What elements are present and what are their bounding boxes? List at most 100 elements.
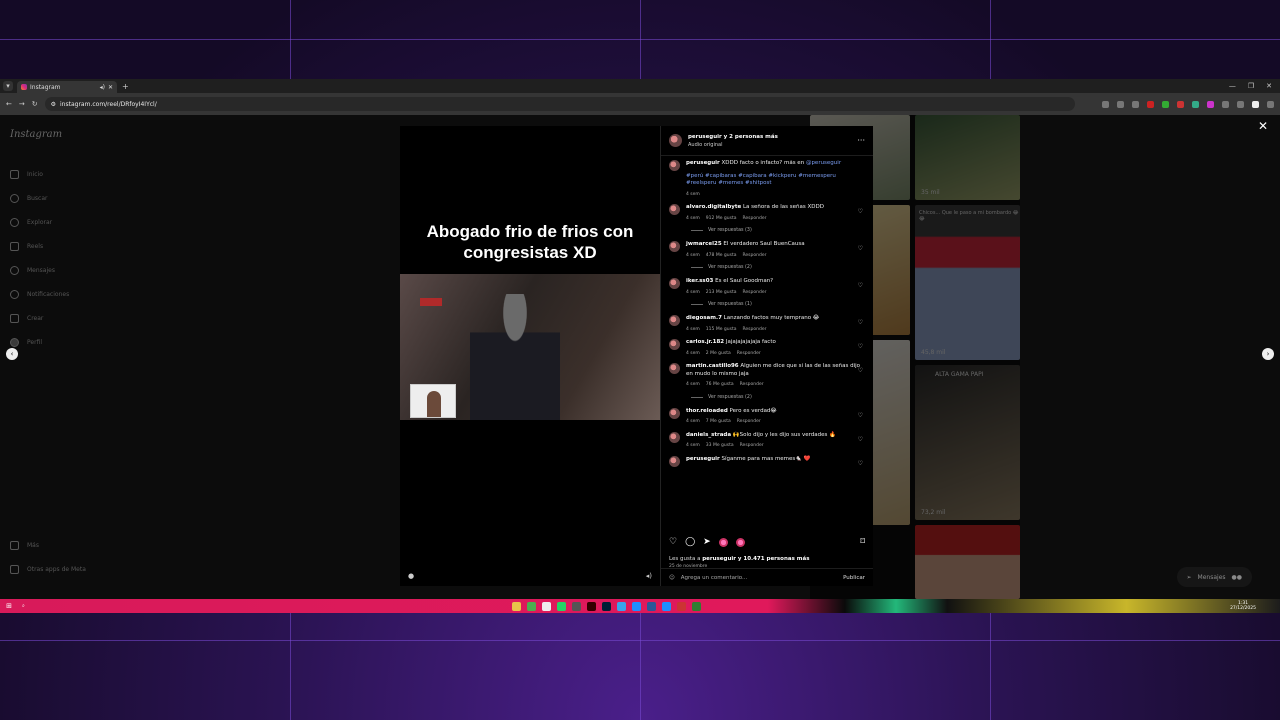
app-icon[interactable] [647,601,656,611]
publish-button[interactable]: Publicar [843,575,865,581]
avatar[interactable] [669,363,680,374]
comment-input[interactable]: Agrega un comentario... [681,575,748,581]
comment-likes[interactable]: 912 Me gusta [706,216,737,221]
tab-instagram[interactable]: Instagram ◂) ✕ [17,81,117,93]
maximize-button[interactable]: ❐ [1248,82,1254,90]
comment-user[interactable]: peruseguir [686,456,720,462]
heart-icon[interactable]: ♡ [858,412,863,419]
messages-button[interactable]: ➢ Mensajes ●● [1176,567,1252,587]
avatar[interactable] [669,204,680,215]
sticker-icon[interactable] [735,537,745,547]
bookmark-icon[interactable]: ⌑ [860,537,865,547]
avatar[interactable] [669,241,680,252]
post-author[interactable]: peruseguir y 2 personas más [688,134,851,140]
taskbar-clock[interactable]: 1:31 27/12/2025 [1230,601,1256,611]
reply-button[interactable]: Responder [740,382,764,387]
heart-icon[interactable]: ♡ [858,319,863,326]
reply-button[interactable]: Responder [742,253,766,258]
app-icon[interactable] [677,601,686,611]
minimize-button[interactable]: — [1229,82,1236,90]
illustrator-icon[interactable] [587,601,596,611]
sidebar-item-meta-apps[interactable]: Otras apps de Meta [10,557,86,581]
likes-users[interactable]: peruseguir y 10.471 personas más [702,556,809,562]
view-replies-link[interactable]: Ver respuestas (1) [691,302,865,307]
extension-icon[interactable] [1192,100,1199,108]
comments-list[interactable]: peruseguir XDDD facto o infacto? más en … [661,160,873,510]
heart-icon[interactable]: ♡ [858,436,863,443]
grid-thumb[interactable]: ALTA GAMA PAPI 73,2 mil [915,365,1020,520]
avatar[interactable] [669,278,680,289]
comment-icon[interactable]: ◯ [685,537,695,547]
reply-button[interactable]: Responder [742,327,766,332]
comment-likes[interactable]: 2 Me gusta [706,351,731,356]
app-icon[interactable] [617,601,626,611]
comment-likes[interactable]: 76 Me gusta [706,382,734,387]
chrome-icon[interactable] [527,601,536,611]
view-replies-link[interactable]: Ver respuestas (2) [691,265,865,270]
browser-menu-icon[interactable] [1267,100,1274,108]
profile-avatar[interactable] [1252,100,1259,108]
avatar[interactable] [669,455,680,467]
sticker-icon[interactable] [718,537,728,547]
extension-icon[interactable] [1237,100,1244,108]
sidebar-item-mas[interactable]: Más [10,533,86,557]
heart-icon[interactable]: ♡ [858,460,863,467]
sidebar-item-explorar[interactable]: Explorar [10,210,110,234]
close-tab-icon[interactable]: ✕ [108,84,113,91]
reply-button[interactable]: Responder [740,443,764,448]
avatar[interactable] [669,160,680,171]
close-window-button[interactable]: ✕ [1266,82,1272,90]
reply-button[interactable]: Responder [737,351,761,356]
whatsapp-icon[interactable] [557,601,566,611]
extension-icon[interactable] [1177,100,1184,108]
comment-user[interactable]: peruseguir [686,160,720,166]
comment-user[interactable]: carlos.jr.182 [686,339,724,345]
close-icon[interactable]: ✕ [1258,119,1268,133]
comment-likes[interactable]: 478 Me gusta [706,253,737,258]
mention-link[interactable]: @peruseguir [806,160,841,166]
sidebar-item-inicio[interactable]: Inicio [10,162,110,186]
like-heart-icon[interactable]: ♡ [669,537,677,547]
reply-button[interactable]: Responder [742,216,766,221]
avatar[interactable] [669,431,680,443]
heart-icon[interactable]: ♡ [858,208,863,215]
reload-button[interactable]: ↻ [32,100,38,108]
reply-button[interactable]: Responder [742,290,766,295]
comment-likes[interactable]: 33 Me gusta [706,443,734,448]
comment-user[interactable]: jwmarcel25 [686,241,722,247]
app-icon[interactable] [542,601,551,611]
heart-icon[interactable]: ♡ [858,282,863,289]
sidebar-item-buscar[interactable]: Buscar [10,186,110,210]
instagram-logo[interactable]: Instagram [10,129,110,140]
chevron-left-icon[interactable]: ‹ [6,348,18,360]
grid-thumb[interactable]: Chicos... Que le paso a mi bombardo 😂😂 45… [915,205,1020,360]
avatar[interactable] [669,134,682,147]
comment-user[interactable]: alvaro.digitalbyte [686,204,741,210]
sidebar-item-mensajes[interactable]: Mensajes [10,258,110,282]
extension-icon[interactable] [1102,100,1109,108]
view-replies-link[interactable]: Ver respuestas (2) [691,395,865,400]
likes-summary[interactable]: Les gusta a peruseguir y 10.471 personas… [669,556,809,562]
site-info-icon[interactable]: ⚙ [51,101,56,108]
grid-thumb[interactable] [915,525,1020,599]
grid-thumb[interactable]: 35 mil [915,115,1020,200]
comment-user[interactable]: thor.reloaded [686,408,728,414]
app-icon[interactable] [662,601,671,611]
comment-likes[interactable]: 7 Me gusta [706,419,731,424]
search-icon[interactable]: ⌕ [22,603,25,609]
share-icon[interactable]: ➤ [703,537,711,547]
windows-start-icon[interactable]: ⊞ [0,602,18,610]
comment-likes[interactable]: 213 Me gusta [706,290,737,295]
emoji-icon[interactable]: ☺ [669,575,675,581]
photoshop-icon[interactable] [602,601,611,611]
view-replies-link[interactable]: Ver respuestas (3) [691,228,865,233]
audio-icon[interactable]: ◂) [100,84,105,91]
user-tag-icon[interactable]: ● [408,572,414,580]
extension-icon[interactable] [1207,100,1214,108]
forward-button[interactable]: → [19,100,25,108]
sidebar-item-reels[interactable]: Reels [10,234,110,258]
new-tab-button[interactable]: + [122,82,129,91]
hashtags[interactable]: #perú #capibaras #capibara #kickperu #me… [686,173,865,188]
chevron-right-icon[interactable]: › [1262,348,1274,360]
extension-icon[interactable] [1162,100,1169,108]
